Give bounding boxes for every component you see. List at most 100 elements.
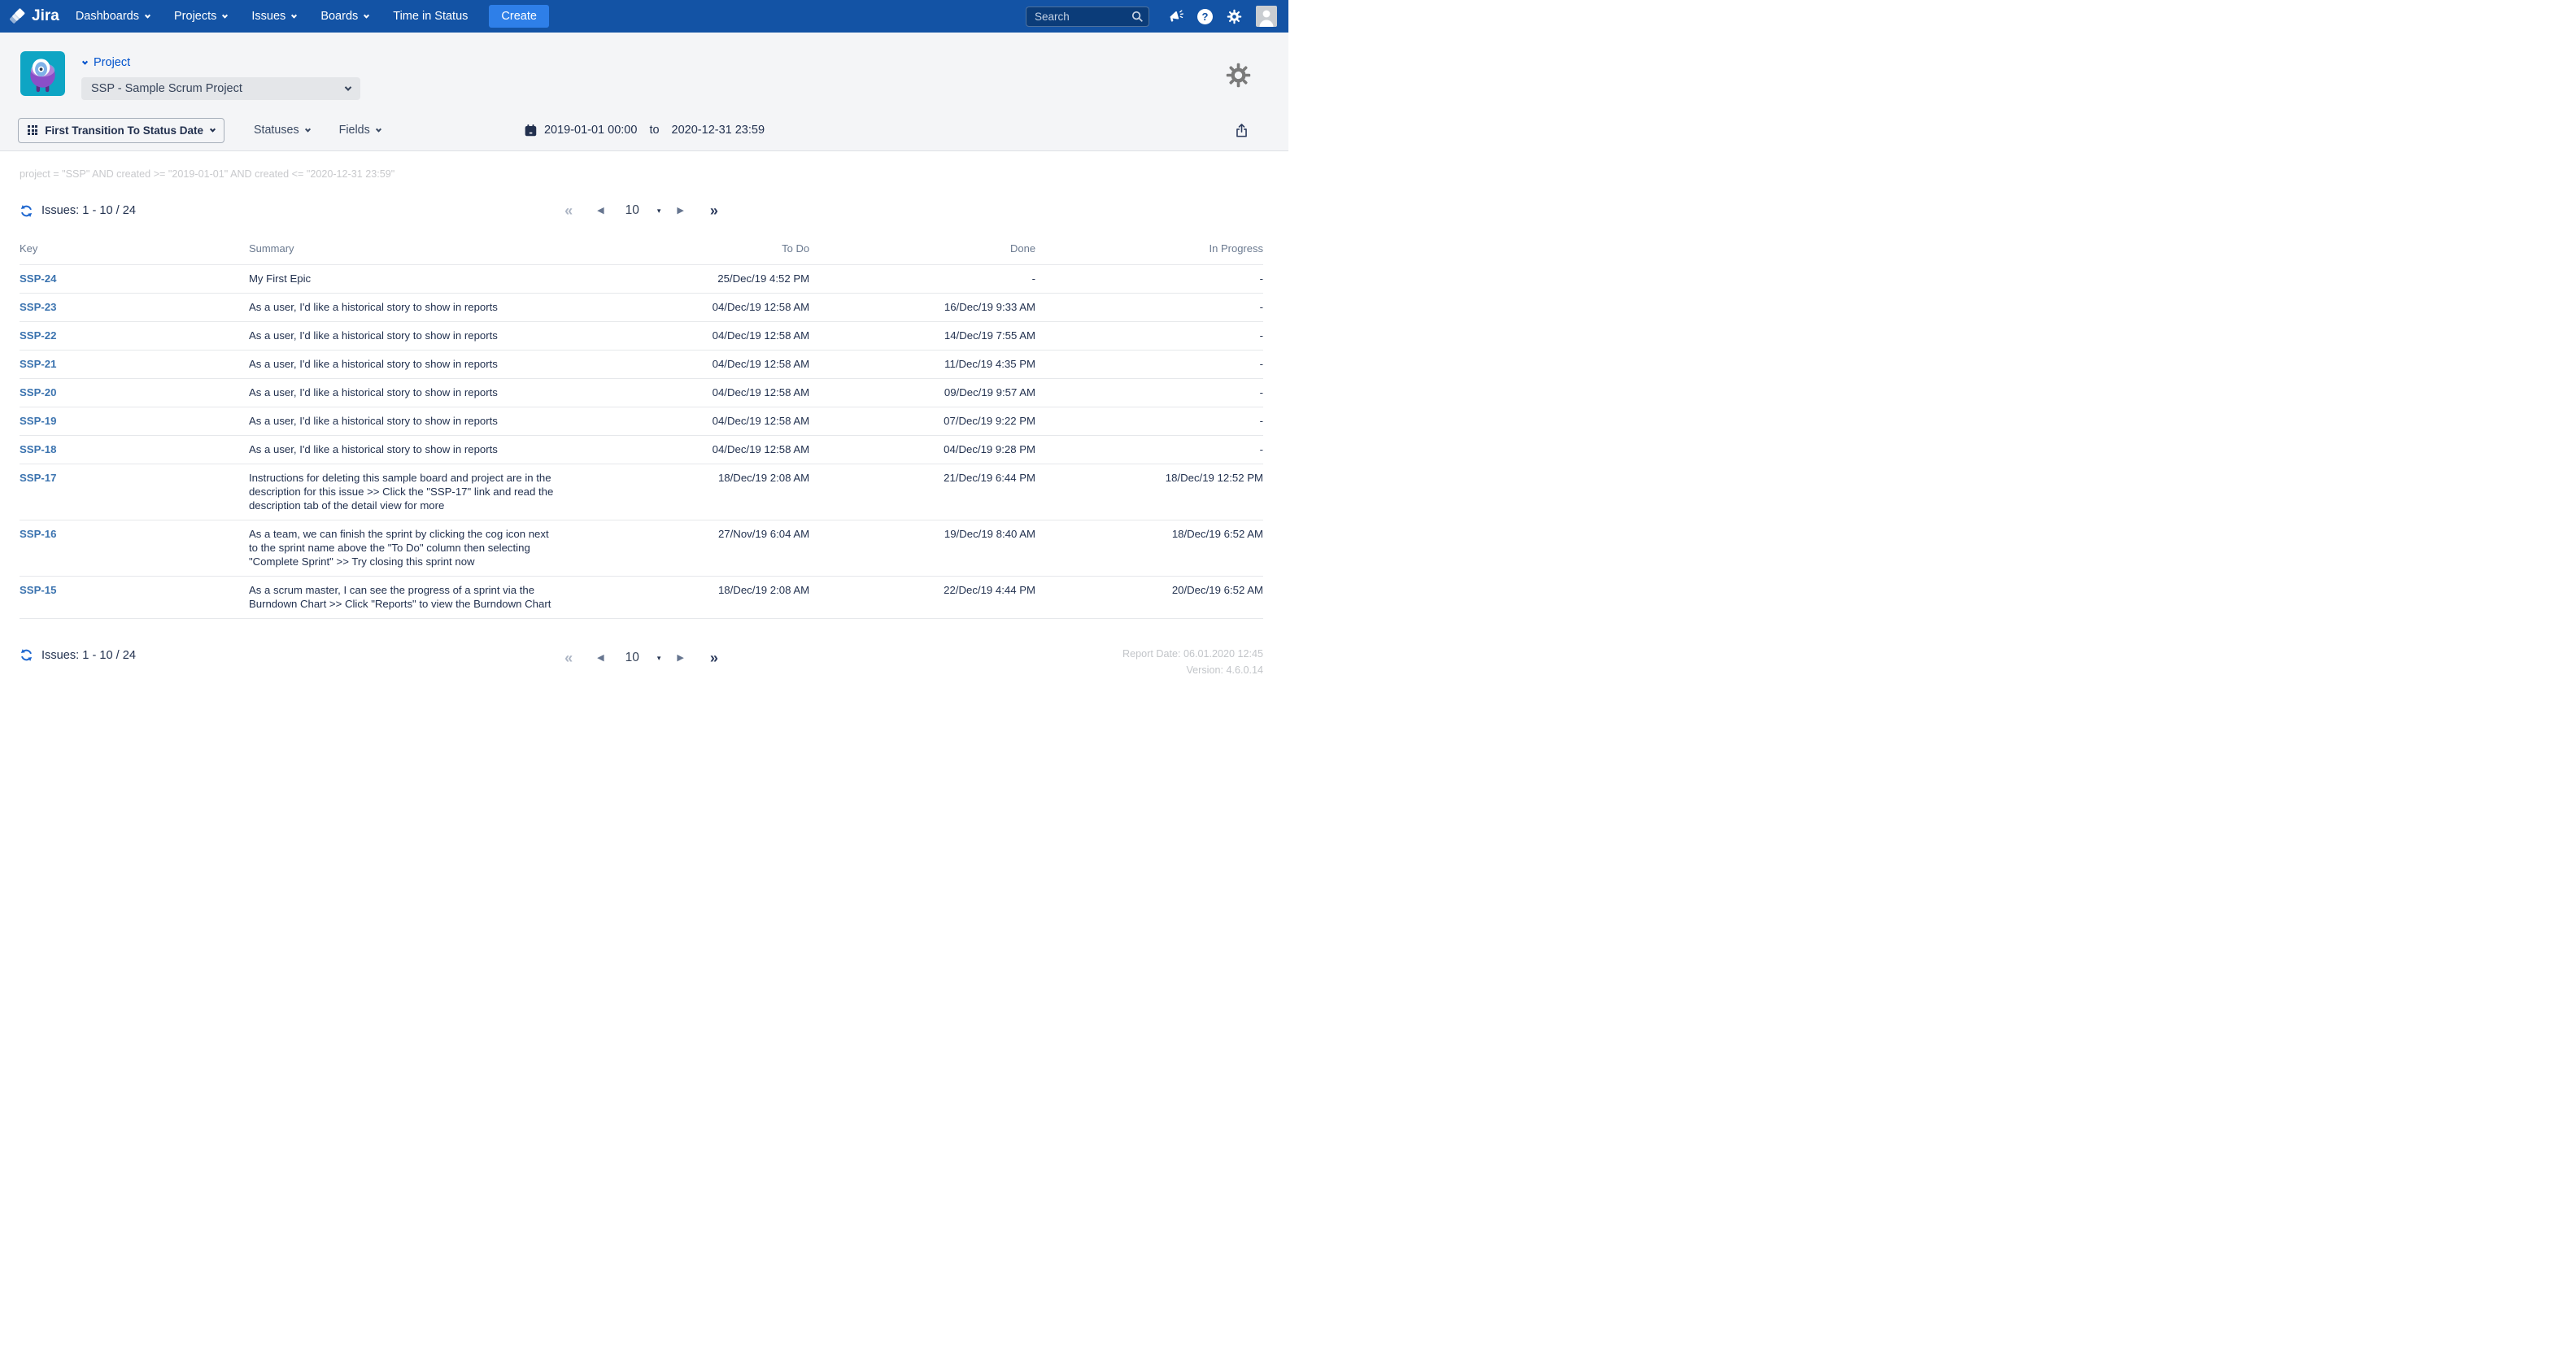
nav-item-dashboards[interactable]: Dashboards: [75, 10, 151, 23]
issue-key-link[interactable]: SSP-24: [20, 272, 56, 285]
table-row[interactable]: SSP-17 Instructions for deleting this sa…: [20, 464, 1263, 520]
issue-done-date: 09/Dec/19 9:57 AM: [809, 378, 1036, 407]
top-navbar: Jira Dashboards Projects Issues Boards T…: [0, 0, 1288, 33]
column-header-todo[interactable]: To Do: [594, 234, 810, 265]
issues-counter-label: Issues: 1 - 10 / 24: [41, 204, 137, 217]
search-icon[interactable]: [1131, 11, 1144, 23]
issue-key-link[interactable]: SSP-23: [20, 301, 56, 313]
statuses-dropdown[interactable]: Statuses: [254, 124, 311, 137]
project-select[interactable]: SSP - Sample Scrum Project: [81, 77, 360, 100]
nav-item-time-in-status[interactable]: Time in Status: [393, 10, 468, 23]
table-row[interactable]: SSP-19 As a user, I'd like a historical …: [20, 407, 1263, 436]
pagination-bottom: « ◀ 10 ▾ ▶ »: [564, 650, 718, 666]
issue-key-link[interactable]: SSP-19: [20, 415, 56, 427]
project-label: Project: [94, 56, 131, 69]
first-page-button[interactable]: «: [564, 203, 573, 218]
issues-counter-bottom: Issues: 1 - 10 / 24: [20, 648, 136, 662]
table-header-row: Key Summary To Do Done In Progress: [20, 234, 1263, 265]
table-row[interactable]: SSP-20 As a user, I'd like a historical …: [20, 378, 1263, 407]
refresh-button[interactable]: [20, 204, 33, 218]
issue-done-date: 22/Dec/19 4:44 PM: [809, 576, 1036, 619]
table-row[interactable]: SSP-24 My First Epic 25/Dec/19 4:52 PM -…: [20, 264, 1263, 294]
previous-page-button[interactable]: ◀: [597, 206, 604, 216]
issue-key-link[interactable]: SSP-17: [20, 472, 56, 484]
issue-summary: As a user, I'd like a historical story t…: [248, 435, 595, 464]
issue-done-date: 04/Dec/19 9:28 PM: [809, 435, 1036, 464]
refresh-icon: [20, 204, 33, 217]
column-header-key[interactable]: Key: [20, 234, 249, 265]
issue-todo-date: 18/Dec/19 2:08 AM: [594, 576, 810, 619]
column-header-summary[interactable]: Summary: [248, 234, 595, 265]
project-select-value: SSP - Sample Scrum Project: [91, 82, 242, 95]
nav-item-projects[interactable]: Projects: [174, 10, 229, 23]
report-type-dropdown[interactable]: First Transition To Status Date: [18, 117, 224, 143]
issue-summary: As a user, I'd like a historical story t…: [248, 321, 595, 351]
nav-settings-button[interactable]: [1227, 9, 1242, 24]
gear-icon: [1227, 9, 1242, 24]
pagination-top: « ◀ 10 ▾ ▶ »: [564, 202, 718, 219]
issue-key-link[interactable]: SSP-15: [20, 584, 56, 596]
refresh-icon: [20, 649, 33, 661]
table-row[interactable]: SSP-15 As a scrum master, I can see the …: [20, 576, 1263, 619]
page-size-caret-icon[interactable]: ▾: [657, 654, 661, 662]
issue-inprogress-date: -: [1035, 264, 1263, 294]
export-button[interactable]: [1234, 122, 1249, 143]
column-header-done[interactable]: Done: [809, 234, 1036, 265]
help-icon[interactable]: ?: [1197, 8, 1213, 24]
table-row[interactable]: SSP-18 As a user, I'd like a historical …: [20, 435, 1263, 464]
project-label-toggle[interactable]: Project: [81, 56, 360, 69]
last-page-button[interactable]: »: [710, 203, 718, 218]
issue-key-link[interactable]: SSP-20: [20, 386, 56, 398]
jira-logo[interactable]: Jira: [10, 7, 59, 25]
report-settings-button[interactable]: [1226, 63, 1251, 92]
issue-todo-date: 04/Dec/19 12:58 AM: [594, 293, 810, 322]
nav-right: ?: [1026, 6, 1277, 27]
issue-key-link[interactable]: SSP-16: [20, 528, 56, 540]
issue-key-link[interactable]: SSP-21: [20, 358, 56, 370]
page-size-value[interactable]: 10: [625, 204, 639, 217]
date-from: 2019-01-01 00:00: [543, 124, 638, 137]
issue-todo-date: 04/Dec/19 12:58 AM: [594, 321, 810, 351]
date-range-picker[interactable]: 2019-01-01 00:00 to 2020-12-31 23:59: [524, 110, 765, 150]
column-header-inprogress[interactable]: In Progress: [1035, 234, 1263, 265]
table-row[interactable]: SSP-23 As a user, I'd like a historical …: [20, 293, 1263, 322]
fields-label: Fields: [338, 124, 370, 137]
issue-summary: My First Epic: [248, 264, 595, 294]
refresh-button[interactable]: [20, 648, 33, 662]
report-type-label: First Transition To Status Date: [45, 124, 203, 137]
fields-dropdown[interactable]: Fields: [339, 124, 381, 137]
page-size-caret-icon[interactable]: ▾: [657, 207, 661, 215]
issues-counter-top: Issues: 1 - 10 / 24: [20, 204, 136, 218]
announcements-button[interactable]: [1168, 9, 1183, 24]
issue-key-link[interactable]: SSP-22: [20, 329, 56, 342]
list-toolbar-bottom: Issues: 1 - 10 / 24 « ◀ 10 ▾ ▶ » Report …: [20, 643, 1263, 675]
issue-todo-date: 04/Dec/19 12:58 AM: [594, 378, 810, 407]
table-row[interactable]: SSP-21 As a user, I'd like a historical …: [20, 350, 1263, 379]
project-header: Project SSP - Sample Scrum Project: [0, 33, 1288, 110]
create-button[interactable]: Create: [489, 5, 549, 28]
nav-item-boards[interactable]: Boards: [320, 10, 370, 23]
next-page-button[interactable]: ▶: [677, 653, 683, 663]
issue-summary: As a scrum master, I can see the progres…: [248, 576, 595, 619]
previous-page-button[interactable]: ◀: [597, 653, 604, 663]
issue-todo-date: 18/Dec/19 2:08 AM: [594, 464, 810, 520]
chevron-down-icon: [222, 12, 229, 19]
nav-item-label: Issues: [251, 10, 286, 23]
table-row[interactable]: SSP-16 As a team, we can finish the spri…: [20, 520, 1263, 577]
first-page-button[interactable]: «: [564, 651, 573, 665]
table-row[interactable]: SSP-22 As a user, I'd like a historical …: [20, 321, 1263, 351]
next-page-button[interactable]: ▶: [677, 206, 683, 216]
nav-item-label: Dashboards: [75, 10, 139, 23]
user-avatar[interactable]: [1256, 6, 1277, 27]
issue-inprogress-date: -: [1035, 407, 1263, 436]
nav-item-issues[interactable]: Issues: [251, 10, 298, 23]
issue-done-date: 21/Dec/19 6:44 PM: [809, 464, 1036, 520]
page-size-value[interactable]: 10: [625, 651, 639, 664]
issue-key-link[interactable]: SSP-18: [20, 443, 56, 455]
chevron-down-icon: [344, 84, 352, 91]
jira-logo-icon: [10, 7, 25, 24]
gear-icon: [1226, 63, 1251, 88]
chevron-down-icon: [375, 126, 381, 133]
issues-table: Key Summary To Do Done In Progress SSP-2…: [20, 234, 1263, 619]
last-page-button[interactable]: »: [710, 651, 718, 665]
